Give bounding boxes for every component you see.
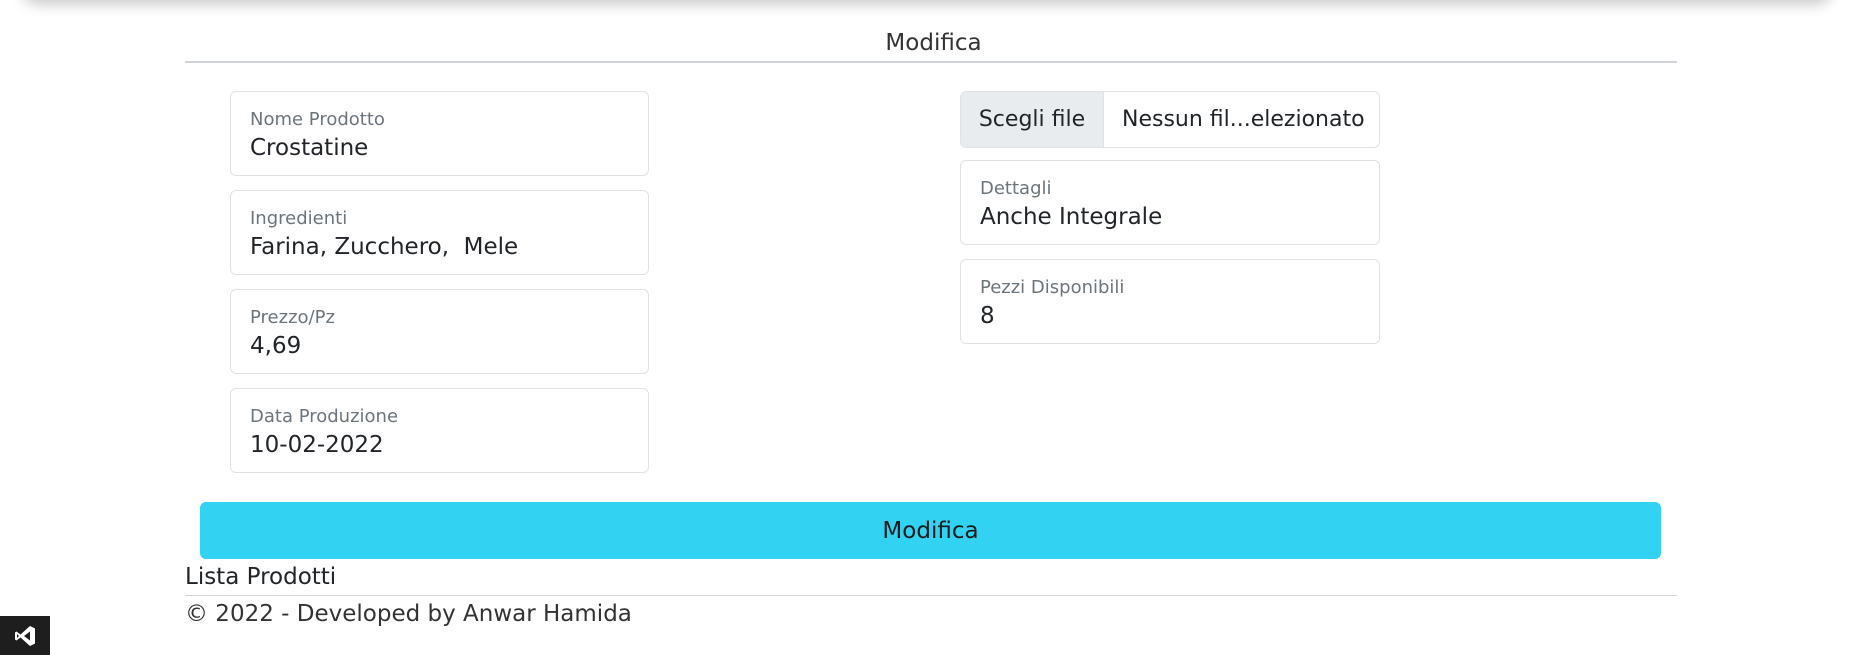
data-produzione-label: Data Produzione	[250, 406, 399, 427]
visual-studio-icon[interactable]	[0, 616, 50, 655]
pezzi-disponibili-label: Pezzi Disponibili	[980, 277, 1125, 298]
ingredienti-field[interactable]: Ingredienti Farina, Zucchero, Mele	[230, 190, 649, 275]
ingredienti-label: Ingredienti	[250, 208, 348, 229]
prezzo-label: Prezzo/Pz	[250, 307, 335, 328]
prezzo-field[interactable]: Prezzo/Pz 4,69	[230, 289, 649, 374]
image-file-input[interactable]: Scegli file Nessun fil...elezionato	[960, 91, 1380, 148]
nome-prodotto-value[interactable]: Crostatine	[250, 135, 368, 161]
nome-prodotto-label: Nome Prodotto	[250, 109, 385, 130]
page-title: Modifica	[885, 30, 982, 56]
choose-file-button[interactable]: Scegli file	[961, 92, 1104, 147]
dettagli-field[interactable]: Dettagli Anche Integrale	[960, 160, 1380, 245]
modifica-submit-button[interactable]: Modifica	[200, 502, 1661, 559]
nome-prodotto-field[interactable]: Nome Prodotto Crostatine	[230, 91, 649, 176]
title-divider	[185, 61, 1677, 63]
visual-studio-icon-glyph	[15, 625, 35, 646]
footer-copyright: © 2022 - Developed by Anwar Hamida	[185, 601, 632, 627]
ingredienti-value[interactable]: Farina, Zucchero, Mele	[250, 234, 518, 260]
footer-divider	[185, 595, 1677, 596]
selected-file-name: Nessun fil...elezionato	[1122, 107, 1365, 132]
pezzi-disponibili-value[interactable]: 8	[980, 303, 995, 329]
prezzo-value[interactable]: 4,69	[250, 333, 301, 359]
dettagli-value[interactable]: Anche Integrale	[980, 204, 1162, 230]
product-list-link[interactable]: Lista Prodotti	[185, 564, 336, 590]
dettagli-label: Dettagli	[980, 178, 1052, 199]
data-produzione-field[interactable]: Data Produzione 10-02-2022	[230, 388, 649, 473]
data-produzione-value[interactable]: 10-02-2022	[250, 432, 384, 458]
pezzi-disponibili-field[interactable]: Pezzi Disponibili 8	[960, 259, 1380, 344]
